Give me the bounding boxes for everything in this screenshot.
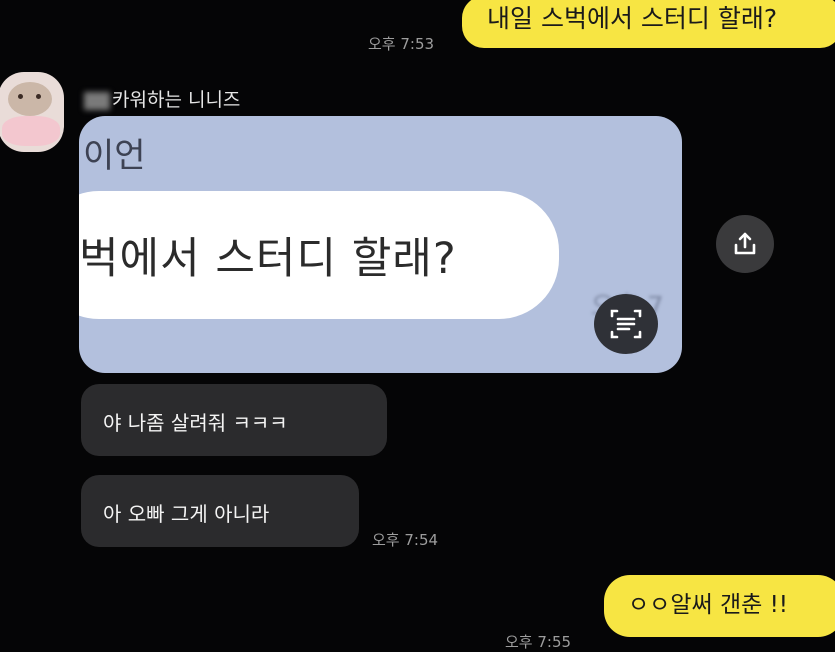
avatar-face-shape (8, 82, 52, 116)
avatar-body-shape (2, 116, 60, 146)
sender-name[interactable]: 카워하는 니니즈 (84, 85, 240, 112)
redacted-mark (84, 91, 110, 110)
profile-avatar[interactable] (0, 72, 64, 152)
message-text: ㅇㅇ알써 갠춘 !! (628, 592, 789, 618)
incoming-message-bubble[interactable]: 아 오빠 그게 아니라 (81, 475, 359, 547)
share-icon (734, 232, 756, 255)
image-caption-top: 이언 (83, 136, 146, 176)
image-inner-text: 벅에서 스터디 할래? (79, 234, 457, 284)
avatar-eye (36, 94, 41, 99)
avatar-eye (18, 94, 23, 99)
message-timestamp: 오후 7:54 (372, 531, 439, 549)
image-message[interactable]: 이언 벅에서 스터디 할래? 오후 7 (79, 116, 682, 373)
scan-text-icon (610, 309, 642, 339)
message-text: 아 오빠 그게 아니라 (103, 502, 270, 526)
outgoing-message-bubble[interactable]: 내일 스벅에서 스터디 할래? (462, 0, 835, 48)
message-timestamp: 오후 7:53 (368, 35, 435, 53)
outgoing-message-bubble[interactable]: ㅇㅇ알써 갠춘 !! (604, 575, 835, 637)
sender-name-text: 카워하는 니니즈 (112, 89, 241, 111)
incoming-message-bubble[interactable]: 야 나좀 살려줘 ㅋㅋㅋ (81, 384, 387, 456)
share-button[interactable] (716, 215, 774, 273)
message-text: 야 나좀 살려줘 ㅋㅋㅋ (103, 411, 288, 435)
scan-text-button[interactable] (594, 294, 658, 354)
message-text: 내일 스벅에서 스터디 할래? (487, 4, 778, 33)
message-timestamp: 오후 7:55 (505, 633, 572, 651)
